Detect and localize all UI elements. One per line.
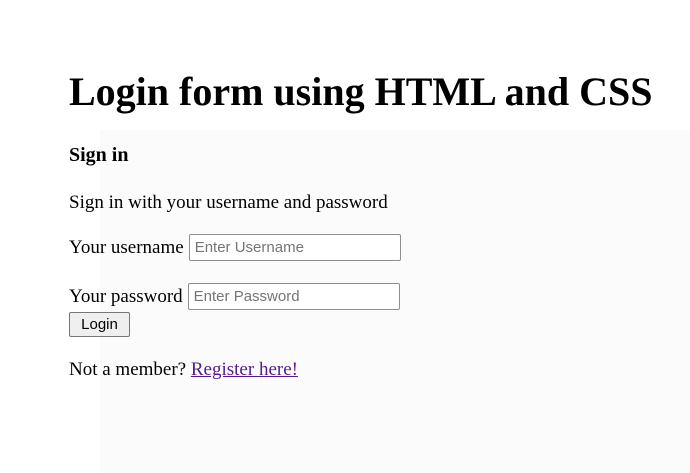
login-button[interactable]: Login (69, 312, 130, 337)
page: Login form using HTML and CSS Sign in Si… (0, 0, 690, 473)
register-link[interactable]: Register here! (191, 359, 298, 380)
password-row: Your password (69, 283, 400, 310)
username-label: Your username (69, 236, 184, 258)
password-input[interactable] (187, 283, 400, 310)
page-title: Login form using HTML and CSS (69, 69, 653, 114)
username-input[interactable] (188, 234, 401, 261)
password-label: Your password (69, 285, 183, 307)
form-heading: Sign in (69, 144, 129, 166)
form-intro: Sign in with your username and password (69, 192, 388, 213)
register-prompt-text: Not a member? (69, 359, 187, 380)
username-row: Your username (69, 234, 401, 261)
register-prompt: Not a member? Register here! (69, 358, 298, 382)
